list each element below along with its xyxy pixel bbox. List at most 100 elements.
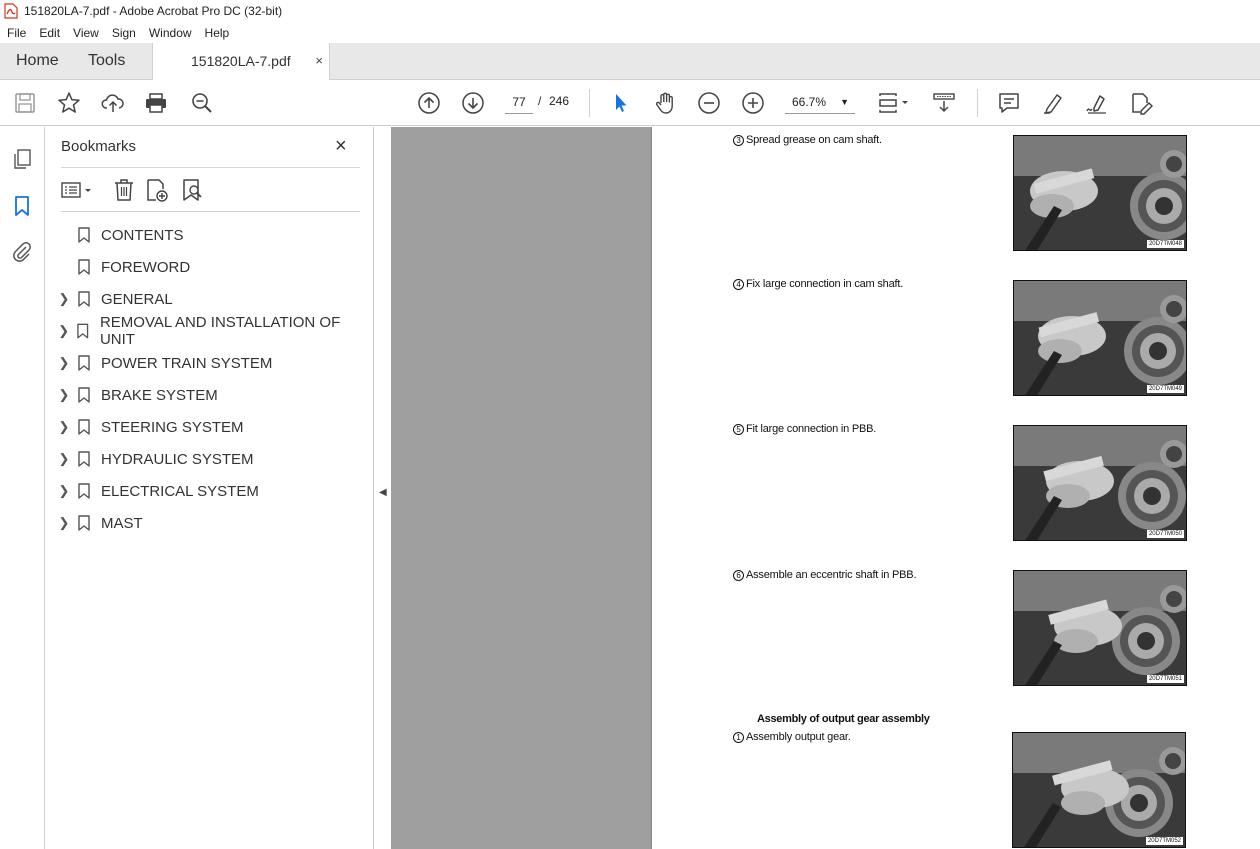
tab-document[interactable]: 151820LA-7.pdf × bbox=[152, 43, 330, 81]
step-photo: 20D7TM050 bbox=[1013, 425, 1187, 541]
step-photo: 20D7TM048 bbox=[1013, 135, 1187, 251]
menu-sign[interactable]: Sign bbox=[105, 26, 142, 40]
prev-page-icon[interactable] bbox=[417, 91, 441, 115]
photo-code: 20D7TM048 bbox=[1146, 240, 1184, 248]
menu-help[interactable]: Help bbox=[198, 26, 236, 40]
divider bbox=[61, 211, 360, 212]
bookmark-label: REMOVAL AND INSTALLATION OF UNIT bbox=[99, 314, 341, 348]
instruction-step: 6 Assemble an eccentric shaft in PBB. bbox=[733, 569, 917, 581]
bookmark-icon bbox=[78, 387, 90, 403]
chevron-right-icon[interactable]: ❯ bbox=[57, 483, 71, 499]
navigation-rail bbox=[0, 127, 45, 849]
chevron-right-icon[interactable]: ❯ bbox=[57, 451, 71, 467]
close-icon[interactable]: × bbox=[335, 135, 347, 158]
document-background bbox=[391, 127, 651, 849]
bookmark-item[interactable]: ❯ POWER TRAIN SYSTEM bbox=[57, 350, 369, 376]
panel-splitter[interactable]: ◀ bbox=[374, 127, 391, 849]
instruction-step: 4 Fix large connection in cam shaft. bbox=[733, 278, 903, 290]
step-number: 4 bbox=[733, 279, 744, 290]
chevron-right-icon[interactable]: ❯ bbox=[57, 355, 71, 371]
print-icon[interactable] bbox=[144, 91, 168, 115]
chevron-right-icon[interactable]: ❯ bbox=[57, 291, 71, 307]
photo-code: 20D7TM050 bbox=[1146, 530, 1184, 538]
highlight-icon[interactable] bbox=[1041, 91, 1065, 115]
photo-code: 20D7TM051 bbox=[1146, 675, 1184, 683]
bookmark-label: CONTENTS bbox=[101, 226, 184, 244]
menu-edit[interactable]: Edit bbox=[32, 26, 66, 40]
total-pages: 246 bbox=[549, 94, 570, 108]
chevron-right-icon[interactable]: ❯ bbox=[57, 387, 71, 403]
bookmark-label: HYDRAULIC SYSTEM bbox=[101, 450, 254, 468]
star-icon[interactable] bbox=[57, 91, 81, 115]
bookmark-item[interactable]: ❯ REMOVAL AND INSTALLATION OF UNIT bbox=[57, 314, 369, 348]
toolbar-divider bbox=[977, 89, 978, 117]
new-bookmark-icon[interactable] bbox=[144, 177, 170, 203]
step-photo: 20D7TM051 bbox=[1013, 570, 1187, 686]
title-bar: 151820LA-7.pdf - Adobe Acrobat Pro DC (3… bbox=[0, 0, 1260, 22]
delete-bookmark-icon[interactable] bbox=[111, 177, 137, 203]
next-page-icon[interactable] bbox=[461, 91, 485, 115]
section-heading: Assembly of output gear assembly bbox=[757, 713, 930, 725]
step-text: Fit large connection in PBB. bbox=[746, 423, 877, 435]
window-title: 151820LA-7.pdf - Adobe Acrobat Pro DC (3… bbox=[24, 4, 283, 18]
instruction-step: 5 Fit large connection in PBB. bbox=[733, 423, 876, 435]
collapse-panel-icon[interactable]: ◀ bbox=[379, 487, 387, 498]
step-number: 5 bbox=[733, 424, 744, 435]
menu-file[interactable]: File bbox=[0, 26, 32, 40]
bookmark-panel-icon[interactable] bbox=[11, 195, 33, 217]
step-text: Spread grease on cam shaft. bbox=[746, 134, 882, 146]
bookmark-item[interactable]: CONTENTS bbox=[57, 222, 369, 248]
chevron-right-icon[interactable]: ❯ bbox=[57, 419, 71, 435]
step-number: 1 bbox=[733, 732, 744, 743]
bookmark-label: ELECTRICAL SYSTEM bbox=[101, 482, 259, 500]
bookmark-options-icon[interactable] bbox=[60, 177, 96, 203]
bookmark-icon bbox=[78, 483, 90, 499]
bookmark-item[interactable]: ❯ ELECTRICAL SYSTEM bbox=[57, 478, 369, 504]
photo-graphic bbox=[1014, 281, 1186, 395]
toolbar: 77 / 246 66.7% ▼ bbox=[0, 80, 1260, 126]
bookmark-item[interactable]: ❯ BRAKE SYSTEM bbox=[57, 382, 369, 408]
bookmarks-panel: Bookmarks × CONTENTS FOREWORD ❯ GENERAL ❯ REM… bbox=[45, 127, 374, 849]
step-photo: 20D7TM052 bbox=[1012, 732, 1186, 848]
bookmark-item[interactable]: ❯ GENERAL bbox=[57, 286, 369, 312]
menu-bar: File Edit View Sign Window Help bbox=[0, 22, 1260, 43]
step-number: 6 bbox=[733, 570, 744, 581]
edit-pdf-icon[interactable] bbox=[1129, 91, 1153, 115]
chevron-right-icon[interactable]: ❯ bbox=[57, 323, 70, 339]
zoom-select[interactable]: 66.7% ▼ bbox=[785, 90, 855, 114]
photo-graphic bbox=[1014, 571, 1186, 685]
bookmark-label: POWER TRAIN SYSTEM bbox=[101, 354, 273, 372]
acrobat-window: 151820LA-7.pdf - Adobe Acrobat Pro DC (3… bbox=[0, 0, 1260, 849]
upload-icon[interactable] bbox=[101, 91, 125, 115]
bookmark-item[interactable]: ❯ STEERING SYSTEM bbox=[57, 414, 369, 440]
page-number-input[interactable]: 77 bbox=[505, 90, 533, 114]
zoom-out-icon[interactable] bbox=[697, 91, 721, 115]
sign-icon[interactable] bbox=[1085, 91, 1109, 115]
bookmark-item[interactable]: FOREWORD bbox=[57, 254, 369, 280]
comment-icon[interactable] bbox=[997, 91, 1021, 115]
bookmark-item[interactable]: ❯ MAST bbox=[57, 510, 369, 536]
hand-icon[interactable] bbox=[653, 91, 677, 115]
zoom-in-icon[interactable] bbox=[741, 91, 765, 115]
tab-tools[interactable]: Tools bbox=[88, 52, 125, 70]
page-thumbnails-icon[interactable] bbox=[11, 148, 33, 170]
tab-home[interactable]: Home bbox=[16, 52, 59, 70]
find-bookmark-icon[interactable] bbox=[179, 177, 205, 203]
menu-window[interactable]: Window bbox=[142, 26, 198, 40]
attachment-icon[interactable] bbox=[11, 241, 33, 263]
bookmark-icon bbox=[78, 419, 90, 435]
photo-graphic bbox=[1014, 426, 1186, 540]
tab-close-icon[interactable]: × bbox=[315, 53, 323, 68]
fit-page-icon[interactable] bbox=[876, 91, 912, 115]
bookmarks-title: Bookmarks bbox=[61, 138, 137, 155]
tab-document-label: 151820LA-7.pdf bbox=[191, 53, 291, 69]
select-arrow-icon[interactable] bbox=[609, 91, 633, 115]
scroll-mode-icon[interactable] bbox=[932, 91, 956, 115]
save-icon[interactable] bbox=[13, 91, 37, 115]
menu-view[interactable]: View bbox=[66, 26, 105, 40]
chevron-right-icon[interactable]: ❯ bbox=[57, 515, 71, 531]
search-zoom-icon[interactable] bbox=[190, 91, 214, 115]
instruction-step: 3 Spread grease on cam shaft. bbox=[733, 134, 882, 146]
chevron-down-icon: ▼ bbox=[840, 97, 849, 107]
bookmark-item[interactable]: ❯ HYDRAULIC SYSTEM bbox=[57, 446, 369, 472]
